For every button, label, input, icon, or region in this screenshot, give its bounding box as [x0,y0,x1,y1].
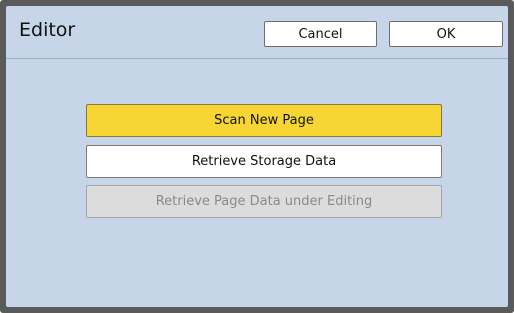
scan-new-page-button[interactable]: Scan New Page [86,104,442,137]
retrieve-page-data-button: Retrieve Page Data under Editing [86,185,442,218]
cancel-button[interactable]: Cancel [264,21,377,47]
editor-dialog-frame: Editor Cancel OK Scan New Page Retrieve … [0,0,514,313]
ok-button[interactable]: OK [389,21,503,47]
dialog-title: Editor [19,19,76,41]
editor-dialog: Editor Cancel OK Scan New Page Retrieve … [6,6,508,307]
retrieve-storage-data-button[interactable]: Retrieve Storage Data [86,145,442,178]
header-divider [6,58,508,59]
